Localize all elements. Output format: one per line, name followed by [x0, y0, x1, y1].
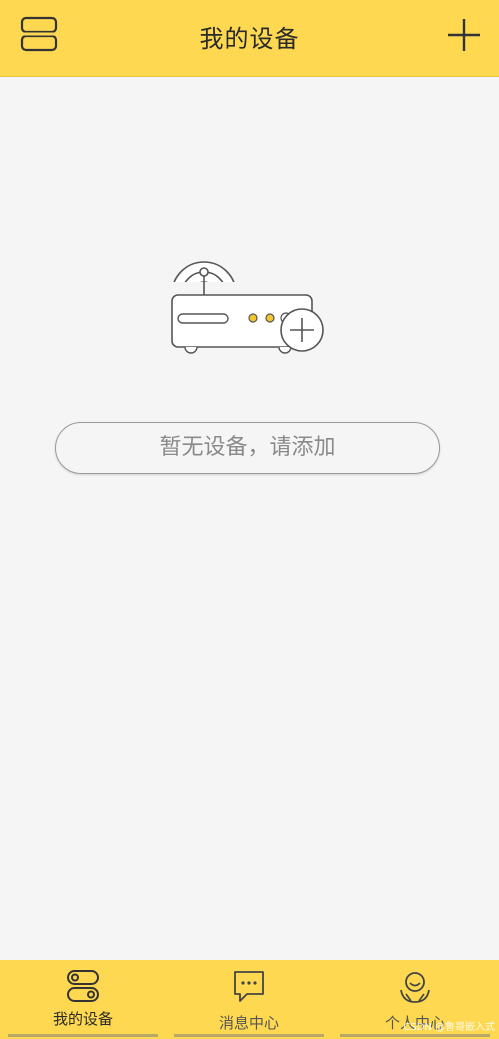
tab-my-devices[interactable]: 我的设备	[0, 960, 166, 1039]
tab-indicator	[340, 1034, 490, 1037]
tab-indicator	[8, 1034, 158, 1037]
top-bar: 我的设备	[0, 0, 499, 77]
message-icon	[234, 971, 264, 1002]
plus-icon[interactable]	[446, 17, 482, 53]
tab-label: 我的设备	[52, 1010, 113, 1028]
page-title: 我的设备	[199, 25, 300, 53]
bottom-tab-bar: 我的设备 消息中心 个人中心 CSDN @鲁哥嵌入式	[0, 960, 499, 1039]
router-add-icon	[168, 261, 324, 354]
menu-icon[interactable]	[20, 16, 58, 52]
device-icon	[67, 970, 99, 1002]
watermark: CSDN @鲁哥嵌入式	[403, 1022, 495, 1033]
tab-label: 消息中心	[218, 1014, 279, 1032]
person-icon	[400, 972, 430, 1003]
tab-indicator	[174, 1034, 324, 1037]
tab-messages[interactable]: 消息中心	[166, 960, 332, 1039]
add-device-button[interactable]: 暂无设备，请添加	[55, 422, 440, 474]
